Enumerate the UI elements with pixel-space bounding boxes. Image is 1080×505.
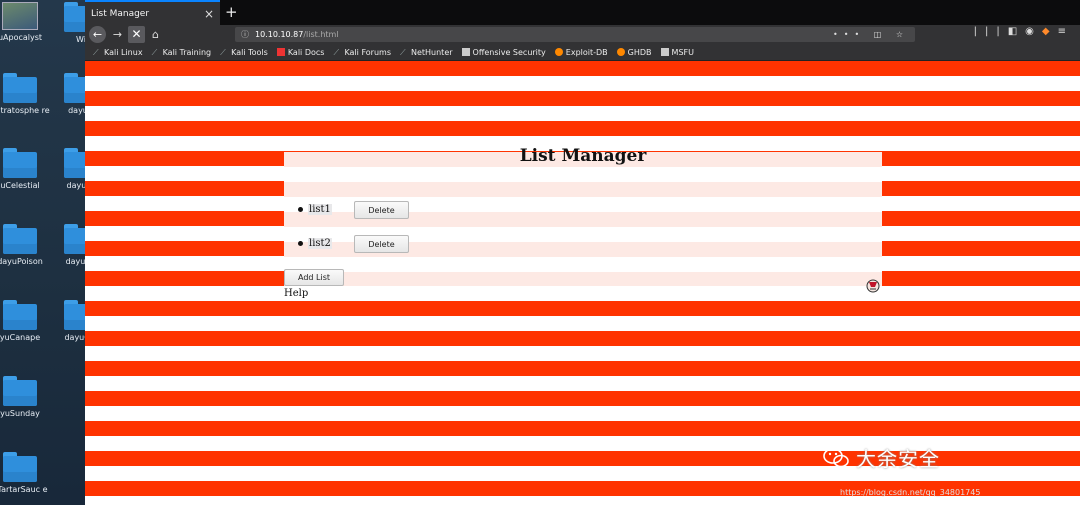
toolbar-icons: |||◧◉◆≡ xyxy=(974,26,1074,37)
bookmarks-toolbar: ⟋ Kali Linux ⟋ Kali Training ⟋ Kali Tools K… xyxy=(85,44,1080,61)
folder-icon xyxy=(3,148,37,178)
bookmark-item[interactable]: ⟋ Kali Tools xyxy=(220,48,268,58)
folder-icon xyxy=(3,452,37,482)
bookmark-item[interactable]: ⟋ Kali Training xyxy=(151,48,212,58)
page-title: List Manager xyxy=(519,146,647,166)
kali-icon: ⟋ xyxy=(220,48,226,57)
close-tab-icon[interactable]: × xyxy=(204,7,214,21)
desktop-icon-label: yuSunday xyxy=(0,409,40,418)
folder-icon xyxy=(3,73,37,103)
kali-icon: ⟋ xyxy=(333,48,340,57)
folder-icon xyxy=(3,224,37,254)
url-actions: ••• ◫ ☆ xyxy=(833,27,909,42)
desktop-icon-label: uTartarSauc e xyxy=(0,485,48,494)
home-icon[interactable]: ⌂ xyxy=(147,26,164,43)
folder-icon xyxy=(3,376,37,406)
forward-icon[interactable]: → xyxy=(109,26,126,43)
list-item: list2 Delete xyxy=(298,235,409,253)
navigation-bar: ← → ✕ ⌂ ⓘ 10.10.10.87/list.html ••• ◫ ☆ |… xyxy=(85,25,1080,44)
foxyproxy-icon[interactable]: ◆ xyxy=(1042,26,1058,37)
docs-icon xyxy=(276,48,285,56)
delete-button[interactable]: Delete xyxy=(354,201,409,219)
kali-icon: ⟋ xyxy=(93,48,99,57)
wechat-icon xyxy=(823,447,849,467)
bullet-icon xyxy=(298,207,303,212)
desktop-icon-label: yuCanape xyxy=(0,333,41,342)
cursor-icon xyxy=(866,279,880,293)
desktop-icon[interactable]: yuSunday xyxy=(0,376,65,419)
tab-bar: List Manager × + xyxy=(85,0,1080,25)
menu-icon[interactable]: ≡ xyxy=(1058,26,1074,37)
msfu-icon xyxy=(660,48,669,56)
url-path: /list.html xyxy=(303,30,339,39)
kali-icon: ⟋ xyxy=(151,48,158,57)
list-name[interactable]: list1 xyxy=(308,204,332,215)
tab-title: List Manager xyxy=(91,8,150,19)
desktop-icon-label: uCelestial xyxy=(0,181,40,190)
bookmark-item[interactable]: Kali Docs xyxy=(276,48,324,57)
browser-window: List Manager × + ← → ✕ ⌂ ⓘ 10.10.10.87/li… xyxy=(85,0,1080,505)
url-host: 10.10.10.87 xyxy=(255,30,304,39)
desktop-icon[interactable]: uTartarSauc e xyxy=(0,452,65,495)
account-icon[interactable]: ◉ xyxy=(1025,26,1042,37)
ghdb-icon xyxy=(616,48,625,56)
help-link[interactable]: Help xyxy=(284,288,308,299)
more-icon[interactable]: ••• xyxy=(833,30,865,39)
page-content: List Manager list1 Delete list2 Delete A… xyxy=(85,61,1080,505)
bookmark-item[interactable]: ⟋ Kali Linux xyxy=(93,48,143,58)
bookmark-item[interactable]: GHDB xyxy=(616,48,652,57)
image-thumbnail-icon xyxy=(2,2,38,30)
pocket-icon[interactable]: ◫ xyxy=(874,30,888,39)
watermark-text: 大余安全 xyxy=(856,447,940,471)
delete-button[interactable]: Delete xyxy=(354,235,409,253)
stop-icon[interactable]: ✕ xyxy=(128,26,145,43)
library-icon[interactable]: ||| xyxy=(974,26,1008,37)
add-list-button[interactable]: Add List xyxy=(284,269,344,286)
bookmark-item[interactable]: MSFU xyxy=(660,48,694,57)
new-tab-button[interactable]: + xyxy=(225,3,238,21)
tab-list-manager[interactable]: List Manager × xyxy=(85,0,220,25)
nethunter-icon: ⟋ xyxy=(399,48,406,57)
watermark: 大余安全 xyxy=(822,443,940,472)
desktop: uApocalyst Wi uStratosphe re dayuH uCele… xyxy=(0,0,98,505)
list-name[interactable]: list2 xyxy=(308,238,332,249)
watermark-url: https://blog.csdn.net/qq_34801745 xyxy=(840,488,981,497)
sidebar-icon[interactable]: ◧ xyxy=(1008,26,1025,37)
offsec-icon xyxy=(461,48,470,56)
exploit-db-icon xyxy=(554,48,563,56)
list-manager-panel: List Manager list1 Delete list2 Delete A… xyxy=(284,146,882,286)
bullet-icon xyxy=(298,241,303,246)
url-bar[interactable]: ⓘ 10.10.10.87/list.html ••• ◫ ☆ xyxy=(235,27,915,42)
bookmark-item[interactable]: Offensive Security xyxy=(461,48,546,57)
back-icon[interactable]: ← xyxy=(89,26,106,43)
list-item: list1 Delete xyxy=(298,201,409,219)
bookmark-item[interactable]: ⟋ NetHunter xyxy=(399,48,453,58)
bookmark-item[interactable]: ⟋ Kali Forums xyxy=(333,48,391,58)
folder-icon xyxy=(3,300,37,330)
info-icon[interactable]: ⓘ xyxy=(241,30,249,39)
bookmark-item[interactable]: Exploit-DB xyxy=(554,48,608,57)
bookmark-star-icon[interactable]: ☆ xyxy=(896,30,909,39)
